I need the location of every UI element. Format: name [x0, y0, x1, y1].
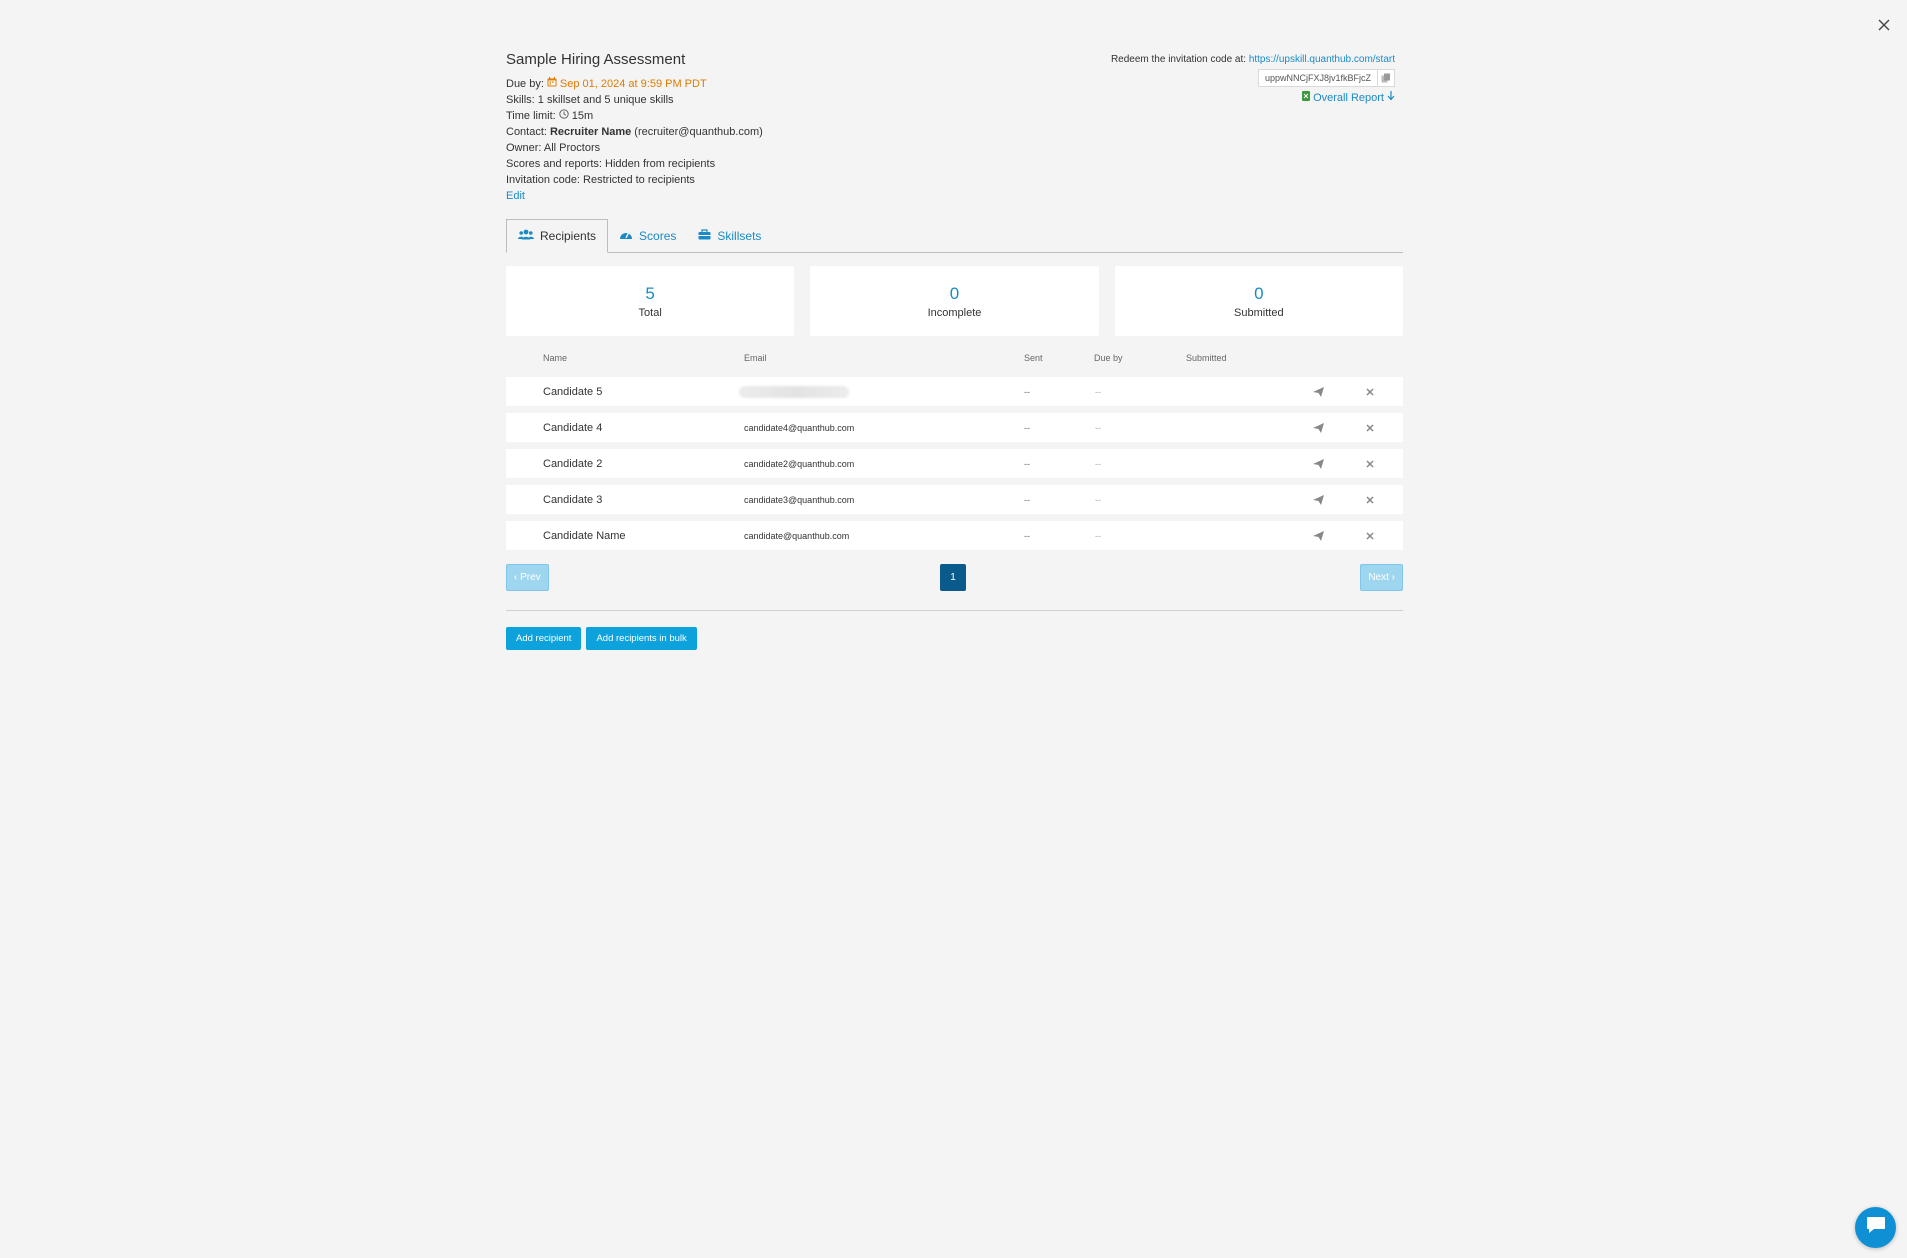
stat-submitted-value: 0 [1254, 284, 1264, 303]
edit-link[interactable]: Edit [506, 188, 525, 204]
copy-icon[interactable] [1377, 70, 1394, 86]
stat-total-value: 5 [645, 284, 655, 303]
column-header-sent[interactable]: Sent [1024, 353, 1043, 363]
recipients-table: Candidate 5 -- -- Candidate 4 candidate4… [506, 377, 1403, 557]
overall-report-link[interactable]: Overall Report [1313, 92, 1384, 104]
table-row: Candidate 5 -- -- [506, 377, 1403, 406]
send-icon[interactable] [1310, 456, 1326, 472]
time-label: Time limit: [506, 110, 556, 122]
remove-icon[interactable] [1362, 528, 1378, 544]
recipient-sent: -- [1024, 386, 1030, 397]
action-buttons: Add recipient Add recipients in bulk [506, 627, 697, 650]
recipient-email: candidate3@quanthub.com [744, 494, 855, 505]
stat-submitted-label: Submitted [1234, 307, 1284, 319]
table-row: Candidate 2 candidate2@quanthub.com -- -… [506, 449, 1403, 478]
clock-icon [559, 108, 569, 124]
download-arrow-icon[interactable] [1387, 91, 1395, 104]
stats-row: 5 Total 0 Incomplete 0 Submitted [506, 266, 1403, 336]
recipient-name: Candidate 2 [543, 457, 603, 470]
send-icon[interactable] [1310, 528, 1326, 544]
divider [506, 610, 1403, 611]
recipient-name: Candidate 3 [543, 493, 603, 506]
tab-recipients-label: Recipients [540, 229, 597, 243]
toolbox-icon [698, 228, 711, 243]
recipient-due: -- [1095, 386, 1101, 397]
redeem-label: Redeem the invitation code at: [1110, 54, 1247, 65]
due-date: Sep 01, 2024 at 9:59 PM PDT [559, 78, 707, 90]
send-icon[interactable] [1310, 384, 1326, 400]
users-icon [518, 229, 534, 243]
invitation-code-input[interactable] [1259, 73, 1377, 83]
recipient-sent: -- [1024, 422, 1030, 433]
table-row: Candidate Name candidate@quanthub.com --… [506, 521, 1403, 550]
tab-recipients[interactable]: Recipients [506, 219, 609, 253]
contact-line: Contact: Recruiter Name (recruiter@quant… [506, 124, 1403, 140]
tab-bar: Recipients Scores Skillsets [506, 219, 1403, 253]
remove-icon[interactable] [1362, 420, 1378, 436]
redeem-url-link[interactable]: https://upskill.quanthub.com/start [1249, 54, 1395, 65]
owner-line: Owner: All Proctors [506, 142, 601, 154]
prev-page-button[interactable]: ‹ Prev [506, 564, 549, 591]
recipient-due: -- [1095, 494, 1101, 505]
stat-incomplete: 0 Incomplete [810, 266, 1099, 336]
redeem-panel: Redeem the invitation code at: https://u… [1111, 54, 1395, 104]
time-limit-line: Time limit: 15m [506, 108, 1403, 124]
stat-submitted: 0 Submitted [1114, 266, 1403, 336]
remove-icon[interactable] [1362, 384, 1378, 400]
invitation-code-box [1258, 69, 1395, 87]
recipient-email: candidate4@quanthub.com [744, 422, 855, 433]
stat-incomplete-value: 0 [949, 284, 960, 303]
calendar-icon [547, 76, 557, 92]
remove-icon[interactable] [1362, 492, 1378, 508]
stat-incomplete-label: Incomplete [927, 307, 982, 319]
assessment-detail: Sample Hiring Assessment Due by: Sep 01,… [506, 50, 1403, 650]
recipient-due: -- [1095, 530, 1101, 541]
recipient-name: Candidate Name [543, 529, 626, 542]
recipient-sent: -- [1024, 494, 1030, 505]
contact-email: (recruiter@quanthub.com) [634, 126, 763, 138]
excel-file-icon [1302, 91, 1311, 104]
recipient-name: Candidate 4 [543, 421, 603, 434]
invitation-code-line: Invitation code: Restricted to recipient… [506, 174, 695, 186]
tab-skillsets[interactable]: Skillsets [687, 219, 772, 252]
recipient-sent: -- [1024, 530, 1030, 541]
chat-bubble-icon [1866, 1216, 1886, 1239]
table-row: Candidate 3 candidate3@quanthub.com -- -… [506, 485, 1403, 514]
tab-scores-label: Scores [639, 228, 677, 243]
recipient-due: -- [1095, 422, 1101, 433]
due-label: Due by: [506, 78, 544, 90]
page-1-button[interactable]: 1 [940, 564, 966, 591]
column-header-due-by[interactable]: Due by [1094, 353, 1123, 363]
recipient-name: Candidate 5 [543, 385, 603, 398]
recipient-due: -- [1095, 458, 1101, 469]
add-recipients-bulk-button[interactable]: Add recipients in bulk [586, 627, 697, 650]
stat-total-label: Total [638, 307, 662, 319]
recipient-email-blurred [739, 377, 849, 406]
column-header-submitted[interactable]: Submitted [1186, 353, 1227, 363]
tab-skillsets-label: Skillsets [717, 228, 762, 243]
next-page-button[interactable]: Next › [1360, 564, 1403, 591]
column-header-name[interactable]: Name [543, 353, 567, 363]
table-header: Name Email Sent Due by Submitted [506, 353, 1403, 367]
gauge-icon [619, 229, 633, 243]
close-icon[interactable] [1873, 14, 1895, 36]
chat-launcher-button[interactable] [1855, 1207, 1896, 1248]
column-header-email[interactable]: Email [744, 353, 767, 363]
stat-total: 5 Total [506, 266, 795, 336]
recipient-sent: -- [1024, 458, 1030, 469]
contact-label: Contact: [506, 126, 547, 138]
add-recipient-button[interactable]: Add recipient [506, 627, 582, 650]
recipient-email: candidate@quanthub.com [744, 530, 850, 541]
scores-visibility-line: Scores and reports: Hidden from recipien… [506, 158, 716, 170]
time-value: 15m [571, 110, 594, 122]
recipient-email: candidate2@quanthub.com [744, 458, 855, 469]
tab-scores[interactable]: Scores [608, 219, 687, 252]
send-icon[interactable] [1310, 492, 1326, 508]
send-icon[interactable] [1310, 420, 1326, 436]
remove-icon[interactable] [1362, 456, 1378, 472]
table-row: Candidate 4 candidate4@quanthub.com -- -… [506, 413, 1403, 442]
pagination: ‹ Prev 1 Next › [506, 564, 1403, 591]
contact-name: Recruiter Name [549, 126, 632, 138]
